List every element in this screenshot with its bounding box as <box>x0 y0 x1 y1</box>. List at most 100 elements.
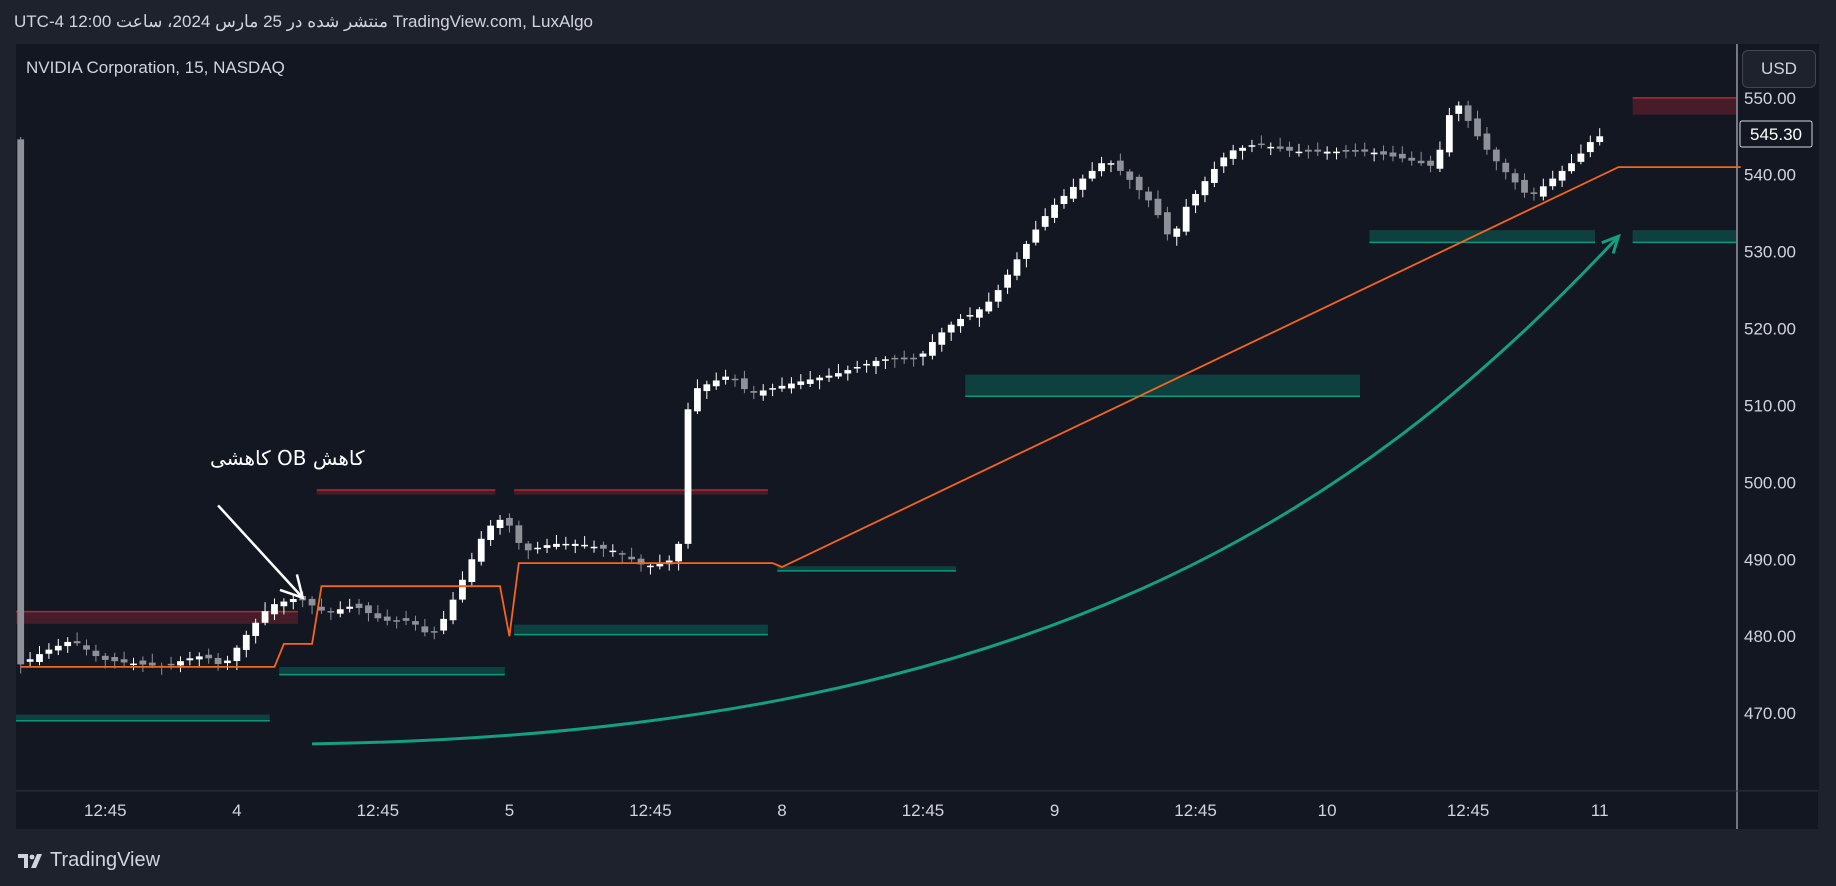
candle-body[interactable] <box>891 357 899 360</box>
candle-body[interactable] <box>1286 146 1293 151</box>
candle-body[interactable] <box>1088 170 1096 179</box>
candle-body[interactable] <box>1154 198 1162 216</box>
candle-body[interactable] <box>1511 173 1519 183</box>
candle-body[interactable] <box>346 606 354 609</box>
candle-body[interactable] <box>1483 133 1491 150</box>
candle-body[interactable] <box>900 357 908 360</box>
candle-body[interactable] <box>468 559 476 582</box>
candle-body[interactable] <box>1408 157 1416 161</box>
candle-body[interactable] <box>224 660 231 664</box>
candle-body[interactable] <box>581 544 589 547</box>
candle-body[interactable] <box>449 599 457 621</box>
candle-body[interactable] <box>1361 149 1369 152</box>
candle-body[interactable] <box>496 519 504 528</box>
candle-body[interactable] <box>1098 163 1105 172</box>
candle-body[interactable] <box>590 546 598 549</box>
candle-body[interactable] <box>130 663 137 666</box>
price-axis[interactable] <box>1737 44 1819 790</box>
candle-body[interactable] <box>543 545 551 548</box>
candle-body[interactable] <box>985 301 993 312</box>
candle-body[interactable] <box>1427 160 1434 166</box>
candle-body[interactable] <box>694 388 701 412</box>
candle-body[interactable] <box>684 409 692 544</box>
candle-body[interactable] <box>675 543 683 562</box>
candle-body[interactable] <box>487 525 495 540</box>
candle-body[interactable] <box>1229 150 1237 159</box>
candle-body[interactable] <box>54 645 62 651</box>
candle-body[interactable] <box>17 139 25 665</box>
candle-body[interactable] <box>459 579 466 600</box>
candle-body[interactable] <box>712 380 720 387</box>
candle-body[interactable] <box>741 378 748 390</box>
candle-body[interactable] <box>750 391 758 393</box>
candle-body[interactable] <box>562 543 570 546</box>
candle-body[interactable] <box>92 650 100 657</box>
candle-body[interactable] <box>703 384 711 392</box>
candle-body[interactable] <box>477 538 485 562</box>
candle-body[interactable] <box>1398 153 1406 159</box>
candle-body[interactable] <box>1201 181 1209 196</box>
candle-body[interactable] <box>1539 186 1547 197</box>
candle-body[interactable] <box>440 618 448 631</box>
candle-body[interactable] <box>1267 146 1275 149</box>
candle-body[interactable] <box>1135 176 1143 191</box>
candle-body[interactable] <box>1192 193 1199 206</box>
candle-body[interactable] <box>177 661 184 666</box>
candle-body[interactable] <box>242 634 250 650</box>
candle-body[interactable] <box>412 621 419 625</box>
candle-body[interactable] <box>1577 153 1585 162</box>
candle-body[interactable] <box>759 390 767 396</box>
candle-body[interactable] <box>722 376 730 380</box>
candle-body[interactable] <box>148 662 156 666</box>
candle-body[interactable] <box>1323 151 1331 154</box>
candle-body[interactable] <box>1116 160 1124 171</box>
candle-body[interactable] <box>947 324 955 333</box>
candle-body[interactable] <box>393 620 401 622</box>
candle-body[interactable] <box>1436 149 1444 169</box>
candle-body[interactable] <box>308 598 316 606</box>
candle-body[interactable] <box>1370 152 1378 155</box>
candle-body[interactable] <box>111 656 119 662</box>
candle-body[interactable] <box>167 663 175 666</box>
candle-body[interactable] <box>1464 105 1472 121</box>
candle-body[interactable] <box>1295 151 1303 154</box>
candle-body[interactable] <box>976 309 983 318</box>
candle-body[interactable] <box>1163 212 1171 235</box>
candle-body[interactable] <box>261 611 269 623</box>
candle-body[interactable] <box>1455 105 1463 114</box>
candle-body[interactable] <box>430 631 438 633</box>
candle-body[interactable] <box>1051 204 1058 218</box>
candle-body[interactable] <box>1248 145 1256 147</box>
candle-body[interactable] <box>1304 149 1312 152</box>
candle-body[interactable] <box>101 655 109 660</box>
candle-body[interactable] <box>618 553 626 555</box>
candle-body[interactable] <box>1380 151 1387 155</box>
candle-body[interactable] <box>73 641 81 644</box>
candle-body[interactable] <box>835 373 842 377</box>
candle-body[interactable] <box>1558 170 1566 181</box>
candle-body[interactable] <box>515 525 523 543</box>
candle-body[interactable] <box>1107 163 1115 165</box>
chart-canvas[interactable]: کاهش OB کاهشی550.00540.00530.00520.00510… <box>0 0 1836 886</box>
candle-body[interactable] <box>1351 150 1359 152</box>
candle-body[interactable] <box>1257 143 1265 146</box>
candle-body[interactable] <box>919 353 927 357</box>
symbol-label[interactable]: NVIDIA Corporation, 15, NASDAQ <box>26 58 285 78</box>
candle-body[interactable] <box>1145 191 1152 201</box>
candle-body[interactable] <box>289 599 297 603</box>
candle-body[interactable] <box>1032 229 1040 243</box>
candle-body[interactable] <box>1389 152 1397 157</box>
candle-body[interactable] <box>336 609 344 614</box>
candle-body[interactable] <box>1530 192 1538 194</box>
candle-body[interactable] <box>882 359 889 361</box>
candle-body[interactable] <box>647 565 654 568</box>
candle-body[interactable] <box>788 383 795 389</box>
candle-body[interactable] <box>957 318 964 327</box>
candle-body[interactable] <box>938 332 946 345</box>
candle-body[interactable] <box>1314 149 1322 152</box>
candle-body[interactable] <box>1445 115 1453 153</box>
candle-body[interactable] <box>1022 243 1030 259</box>
candle-body[interactable] <box>1060 195 1068 204</box>
candle-body[interactable] <box>994 290 1002 302</box>
candle-body[interactable] <box>825 375 833 378</box>
